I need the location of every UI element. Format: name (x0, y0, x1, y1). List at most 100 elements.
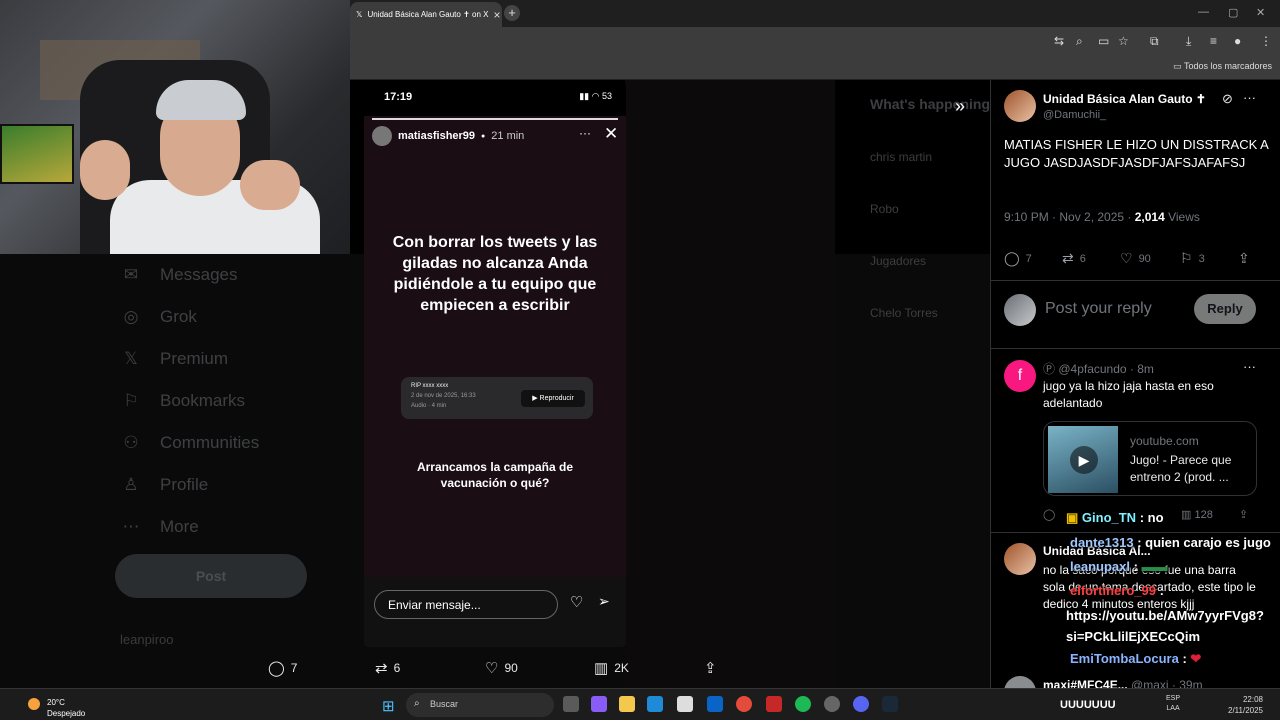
more-icon[interactable]: ··· (1243, 90, 1256, 105)
download-icon[interactable]: ⤓ (1186, 34, 1191, 49)
reply-button[interactable]: Reply (1194, 294, 1256, 324)
repost-action[interactable]: ⇄ 6 (375, 659, 400, 677)
chat-tail-text: UUUUUUU (1060, 699, 1116, 711)
store-icon[interactable] (677, 696, 693, 712)
collapse-arrows-icon[interactable]: » (955, 96, 965, 117)
play-icon: ▶ (1070, 446, 1098, 474)
copilot-icon[interactable] (591, 696, 607, 712)
reply-author[interactable]: maxi#MFC4E... @maxi · 39m (1043, 678, 1203, 688)
reply-action[interactable]: ◯ 7 (268, 659, 297, 677)
like-action[interactable]: ♡ 90 (1120, 250, 1151, 267)
stream-chat-overlay: ▣ Gino_TN : no dante1313 : quien carajo … (1066, 505, 1280, 675)
streaming-app-icon[interactable] (766, 696, 782, 712)
repost-action[interactable]: ⇄ 6 (1062, 250, 1086, 267)
play-button[interactable]: ▶ Reproducir (521, 390, 585, 407)
views-action[interactable]: ▥ 2K (594, 659, 629, 677)
reply-handle[interactable]: Ⓟ @4pfacundo · 8m (1043, 360, 1154, 377)
profile-icon: ♙ (123, 475, 139, 494)
avatar[interactable] (1004, 543, 1036, 575)
maximize-icon[interactable]: ▢ (1228, 6, 1238, 19)
sidebar-item-grok[interactable]: ◎ Grok (120, 296, 259, 338)
taskbar-search[interactable]: ⌕ Buscar (406, 693, 554, 717)
trend-item[interactable]: Chelo Torres (870, 306, 990, 320)
minimize-icon[interactable]: — (1198, 6, 1209, 18)
translate-icon[interactable]: ⇆ (1054, 34, 1064, 48)
sidebar-item-more[interactable]: ⋯ More (120, 506, 259, 548)
bookmark-icon: ⚐ (123, 391, 139, 410)
chrome-icon[interactable] (736, 696, 752, 712)
profile-icon[interactable]: ● (1234, 34, 1241, 48)
story-text: Con borrar los tweets y las giladas no a… (392, 234, 598, 314)
trend-item[interactable]: Jugadores (870, 254, 990, 268)
post-button[interactable]: Post (115, 554, 307, 598)
audio-date: 2 de nov de 2025, 16:33 (411, 393, 476, 399)
author-name[interactable]: Unidad Básica Alan Gauto ✝ (1043, 92, 1206, 106)
profile-name[interactable]: leanpiroo (120, 632, 174, 647)
new-tab-button[interactable]: + (504, 5, 520, 21)
sun-icon (28, 698, 40, 710)
edge-icon[interactable] (647, 696, 663, 712)
sidebar-item-bookmarks[interactable]: ⚐ Bookmarks (120, 380, 259, 422)
language-indicator[interactable]: ESP LAA (1166, 694, 1180, 714)
windows-start-icon[interactable]: ⊞ (382, 697, 395, 715)
reply-action[interactable]: ◯ 7 (1004, 250, 1032, 267)
sidebar-item-messages[interactable]: ✉ Messages (120, 254, 259, 296)
link-card[interactable]: ▶ youtube.com Jugo! - Parece que entreno… (1043, 421, 1257, 496)
audio-duration: Audio · 4 min (411, 403, 447, 409)
cast-icon[interactable]: ▭ (1098, 34, 1109, 48)
trend-item[interactable]: Robo (870, 202, 990, 216)
outlook-icon[interactable] (707, 696, 723, 712)
reading-list-icon[interactable]: ≡ (1210, 34, 1217, 48)
tweet-text: MATIAS FISHER LE HIZO UN DISSTRACK A JUG… (1004, 137, 1269, 170)
avatar[interactable] (1004, 676, 1036, 688)
trend-item[interactable]: chris martin (870, 150, 990, 164)
task-view-icon[interactable] (563, 696, 579, 712)
taskbar-clock[interactable]: 22:08 2/11/2025 (1228, 694, 1263, 716)
chat-message: https://youtu.be/AMw7yyrFVg8?si=PCkLlilE… (1066, 608, 1264, 644)
zoom-icon[interactable]: ⌕ (1076, 34, 1083, 49)
more-icon[interactable]: ··· (1243, 359, 1256, 374)
story-username[interactable]: matiasfisher99 (398, 130, 475, 142)
trends-heading: What's happening (870, 96, 990, 112)
bookmark-action[interactable]: ⚐ 3 (1180, 250, 1205, 267)
avatar[interactable]: f (1004, 360, 1036, 392)
grok-icon[interactable]: ⊘ (1222, 91, 1233, 107)
avatar[interactable] (372, 126, 392, 146)
share-action[interactable]: ⇪ (1238, 250, 1250, 267)
file-explorer-icon[interactable] (619, 696, 635, 712)
reply-input[interactable]: Post your reply (1045, 300, 1152, 318)
extensions-icon[interactable]: ⧉ (1150, 34, 1159, 49)
spotify-icon[interactable] (795, 696, 811, 712)
window-close-icon[interactable]: ✕ (1256, 6, 1265, 19)
menu-icon[interactable]: ⋮ (1260, 34, 1272, 48)
sidebar-item-profile[interactable]: ♙ Profile (120, 464, 259, 506)
more-icon[interactable]: ··· (579, 126, 591, 140)
steam-icon[interactable] (882, 696, 898, 712)
message-input[interactable]: Enviar mensaje... (374, 590, 558, 619)
reply-icon[interactable]: ◯ (1043, 509, 1055, 521)
close-tab-icon[interactable]: × (493, 8, 500, 22)
share-action[interactable]: ⇪ (704, 659, 717, 677)
avatar[interactable] (1004, 90, 1036, 122)
obs-icon[interactable] (824, 696, 840, 712)
divider (991, 348, 1280, 349)
communities-icon: ⚇ (123, 433, 139, 452)
background-story-blur (625, 80, 835, 688)
grok-icon: ◎ (123, 307, 139, 326)
send-icon[interactable]: ➢ (598, 593, 610, 610)
bookmark-star-icon[interactable]: ☆ (1118, 34, 1129, 48)
discord-icon[interactable] (853, 696, 869, 712)
temperature: 20°C (47, 698, 65, 707)
chat-message: leanupaxl : ▬▬ (1070, 559, 1168, 574)
like-action[interactable]: ♡ 90 (485, 659, 518, 677)
audio-card[interactable]: RIP xxxx xxxx 2 de nov de 2025, 16:33 Au… (401, 377, 593, 419)
close-icon[interactable]: ✕ (604, 124, 618, 144)
browser-tab[interactable]: 𝕏 Unidad Básica Alan Gauto ✝ on X × (350, 2, 502, 27)
badge-icon: ▣ (1066, 510, 1082, 525)
sidebar-item-communities[interactable]: ⚇ Communities (120, 422, 259, 464)
sidebar-item-premium[interactable]: 𝕏 Premium (120, 338, 259, 380)
heart-icon[interactable]: ♡ (570, 593, 583, 611)
author-handle[interactable]: @Damuchii_ (1043, 109, 1106, 121)
all-bookmarks-link[interactable]: ▭ Todos los marcadores (1173, 61, 1272, 72)
card-domain: youtube.com (1130, 434, 1199, 448)
